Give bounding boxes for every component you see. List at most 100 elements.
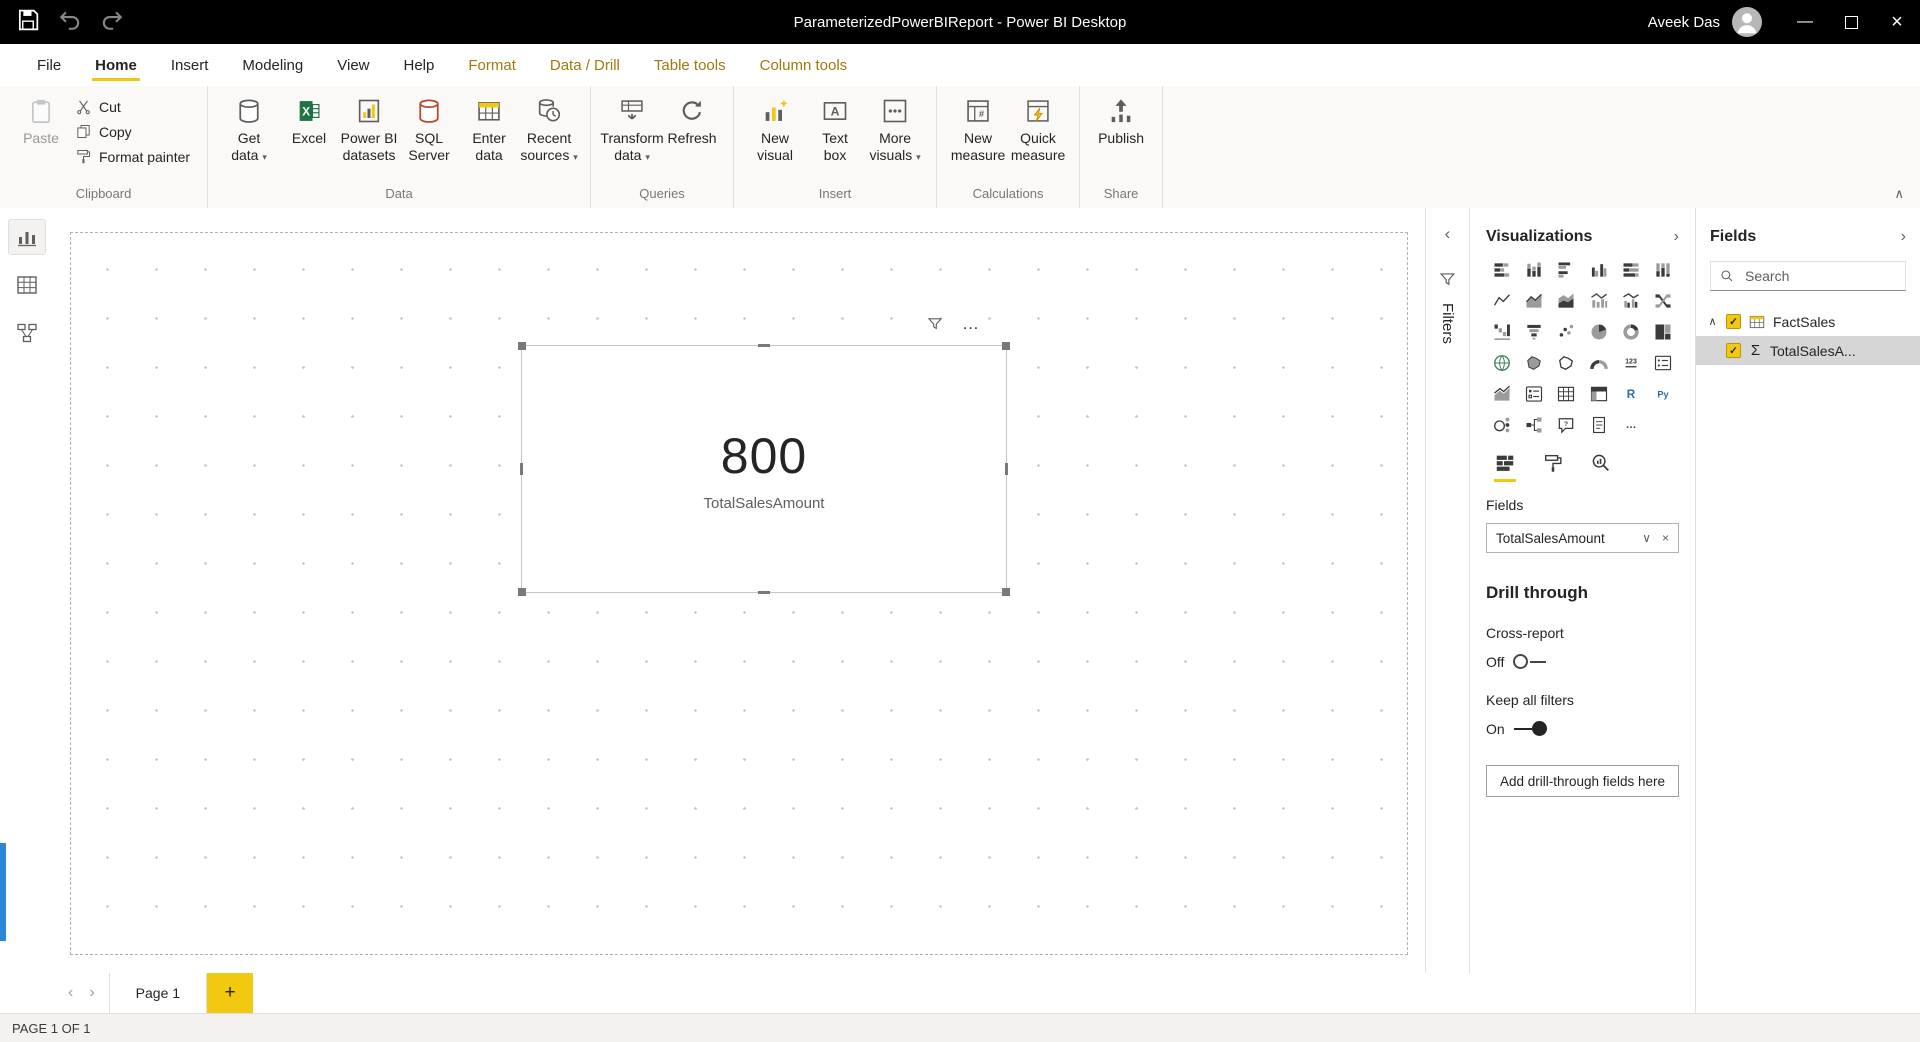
viz-type-multi-row-card[interactable] xyxy=(1652,352,1674,374)
search-input[interactable] xyxy=(1743,267,1897,285)
viz-type-pie-chart[interactable] xyxy=(1588,321,1610,343)
resize-handle[interactable] xyxy=(758,344,770,347)
previous-page-icon[interactable]: ‹ xyxy=(68,984,73,1002)
viz-pane-analytics-tab[interactable] xyxy=(1590,452,1612,482)
viz-type-slicer[interactable] xyxy=(1523,383,1545,405)
viz-type-waterfall-chart[interactable] xyxy=(1491,321,1513,343)
resize-handle[interactable] xyxy=(758,591,770,594)
transform-data-button[interactable]: Transformdata ▾ xyxy=(602,93,662,170)
filters-pane-collapsed[interactable]: ‹ Filters xyxy=(1425,208,1470,1013)
viz-type-decomposition-tree[interactable] xyxy=(1523,414,1545,436)
menu-tab-view[interactable]: View xyxy=(320,44,386,86)
viz-type-funnel-chart[interactable] xyxy=(1523,321,1545,343)
viz-type-more-visuals[interactable]: … xyxy=(1620,414,1642,436)
menu-tab-insert[interactable]: Insert xyxy=(154,44,226,86)
card-visual[interactable]: … 800 TotalSalesAmount xyxy=(521,345,1007,593)
next-page-icon[interactable]: › xyxy=(89,984,94,1002)
viz-type-stacked-bar-chart[interactable] xyxy=(1491,259,1513,281)
menu-tab-format[interactable]: Format xyxy=(451,44,533,86)
field-dropdown-icon[interactable]: ∨ xyxy=(1642,531,1651,545)
report-page[interactable]: … 800 TotalSalesAmount xyxy=(70,232,1408,955)
minimize-button[interactable]: — xyxy=(1782,0,1828,44)
menu-tab-column-tools[interactable]: Column tools xyxy=(743,44,865,86)
new-visual-button[interactable]: Newvisual xyxy=(745,93,805,168)
drill-through-dropzone[interactable]: Add drill-through fields here xyxy=(1486,765,1679,797)
viz-type-ribbon-chart[interactable] xyxy=(1652,290,1674,312)
menu-tab-home[interactable]: Home xyxy=(78,44,154,86)
visual-more-options-icon[interactable]: … xyxy=(962,314,980,334)
viz-type-clustered-column-chart[interactable] xyxy=(1588,259,1610,281)
viz-type-donut-chart[interactable] xyxy=(1620,321,1642,343)
keep-all-filters-toggle[interactable] xyxy=(1514,721,1550,737)
viz-type-map[interactable] xyxy=(1491,352,1513,374)
viz-type-filled-map[interactable] xyxy=(1523,352,1545,374)
report-canvas[interactable]: … 800 TotalSalesAmount xyxy=(54,208,1425,973)
expand-filters-icon[interactable]: ‹ xyxy=(1445,224,1451,244)
format-painter-button[interactable]: Format painter xyxy=(75,148,190,165)
viz-type-paginated-report[interactable] xyxy=(1588,414,1610,436)
resize-handle[interactable] xyxy=(518,342,526,350)
new-page-button[interactable]: + xyxy=(207,973,253,1013)
copy-button[interactable]: Copy xyxy=(75,123,132,140)
text-box-button[interactable]: ATextbox xyxy=(805,93,865,168)
checkbox-checked[interactable]: ✓ xyxy=(1726,343,1741,358)
redo-button[interactable] xyxy=(98,8,126,36)
resize-handle[interactable] xyxy=(520,463,523,475)
viz-type-line-and-clustered-column-chart[interactable] xyxy=(1620,290,1642,312)
menu-tab-help[interactable]: Help xyxy=(387,44,452,86)
power-bi-datasets-button[interactable]: Power BIdatasets xyxy=(339,93,399,168)
viz-type-line-and-stacked-column-chart[interactable] xyxy=(1588,290,1610,312)
visual-filter-icon[interactable] xyxy=(926,315,944,333)
collapse-table-icon[interactable]: ∧ xyxy=(1706,315,1719,328)
collapse-visualizations-icon[interactable]: › xyxy=(1674,228,1679,246)
viz-type-100-stacked-column-chart[interactable] xyxy=(1652,259,1674,281)
sql-server-button[interactable]: SQLServer xyxy=(399,93,459,168)
fields-table-row[interactable]: ∧✓FactSales xyxy=(1696,307,1920,336)
more-visuals-button[interactable]: Morevisuals ▾ xyxy=(865,93,925,170)
avatar[interactable] xyxy=(1732,7,1762,37)
paste-button[interactable]: Paste xyxy=(11,93,71,151)
viz-type-kpi[interactable] xyxy=(1491,383,1513,405)
cut-button[interactable]: Cut xyxy=(75,98,121,115)
viz-type-stacked-area-chart[interactable] xyxy=(1555,290,1577,312)
viz-type-gauge[interactable] xyxy=(1588,352,1610,374)
viz-type-matrix[interactable] xyxy=(1588,383,1610,405)
viz-pane-format-tab[interactable] xyxy=(1542,452,1564,482)
viz-type-100-stacked-bar-chart[interactable] xyxy=(1620,259,1642,281)
recent-sources-button[interactable]: Recentsources ▾ xyxy=(519,93,579,170)
viz-type-area-chart[interactable] xyxy=(1523,290,1545,312)
page-tab[interactable]: Page 1 xyxy=(109,973,207,1013)
viz-type-stacked-column-chart[interactable] xyxy=(1523,259,1545,281)
viz-type-table[interactable] xyxy=(1555,383,1577,405)
sidebar-report-view-button[interactable] xyxy=(9,220,45,254)
viz-type-scatter-chart[interactable] xyxy=(1555,321,1577,343)
get-data-button[interactable]: Getdata ▾ xyxy=(219,93,279,170)
search-box[interactable] xyxy=(1710,261,1906,291)
menu-tab-table-tools[interactable]: Table tools xyxy=(637,44,743,86)
cross-report-toggle[interactable] xyxy=(1513,654,1549,670)
sidebar-data-view-button[interactable] xyxy=(9,268,45,302)
viz-type-card[interactable]: 123 xyxy=(1620,352,1642,374)
resize-handle[interactable] xyxy=(1002,588,1010,596)
viz-pane-fields-tab[interactable] xyxy=(1494,452,1516,482)
new-measure-button[interactable]: #Newmeasure xyxy=(948,93,1008,168)
fields-field-row[interactable]: ✓ΣTotalSalesA... xyxy=(1696,336,1920,365)
remove-field-icon[interactable]: × xyxy=(1662,531,1669,545)
excel-button[interactable]: XExcel xyxy=(279,93,339,151)
resize-handle[interactable] xyxy=(1002,342,1010,350)
viz-type-treemap[interactable] xyxy=(1652,321,1674,343)
checkbox-checked[interactable]: ✓ xyxy=(1726,314,1741,329)
maximize-button[interactable] xyxy=(1828,0,1874,44)
viz-type-clustered-bar-chart[interactable] xyxy=(1555,259,1577,281)
refresh-button[interactable]: Refresh xyxy=(662,93,722,151)
viz-type-shape-map[interactable] xyxy=(1555,352,1577,374)
viz-type-r-script-visual[interactable]: R xyxy=(1620,383,1642,405)
collapse-fields-icon[interactable]: › xyxy=(1901,228,1906,246)
resize-handle[interactable] xyxy=(1005,463,1008,475)
close-button[interactable]: × xyxy=(1874,0,1920,44)
enter-data-button[interactable]: Enterdata xyxy=(459,93,519,168)
viz-type-python-visual[interactable]: Py xyxy=(1652,383,1674,405)
menu-tab-modeling[interactable]: Modeling xyxy=(225,44,320,86)
menu-tab-data-drill[interactable]: Data / Drill xyxy=(533,44,637,86)
quick-measure-button[interactable]: Quickmeasure xyxy=(1008,93,1068,168)
